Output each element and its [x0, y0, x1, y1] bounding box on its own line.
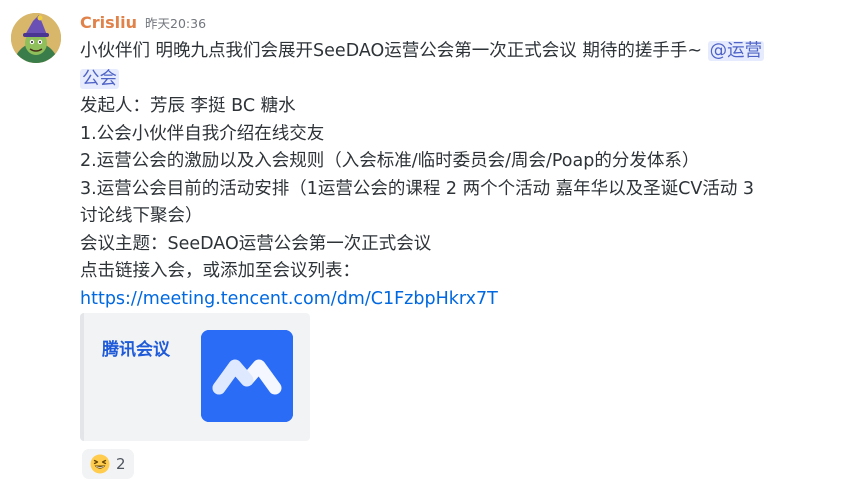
wizard-avatar-icon: [11, 13, 61, 63]
embed-thumbnail[interactable]: [201, 330, 293, 422]
message-content: 小伙伴们 明晚九点我们会展开SeeDAO运营公会第一次正式会议 期待的搓手手~ …: [80, 38, 850, 313]
role-mention-continued[interactable]: 公会: [80, 68, 119, 89]
message-header: Crisliu 昨天20:36: [80, 13, 206, 37]
role-mention[interactable]: @运营: [707, 41, 765, 61]
message-line: 1.公会小伙伴自我介绍在线交友: [80, 123, 325, 144]
message-line: 2.运营公会的激励以及入会规则（入会标准/临时委员会/周会/Poap的分发体系）: [80, 151, 700, 171]
message-line: 小伙伴们 明晚九点我们会展开SeeDAO运营公会第一次正式会议 期待的搓手手~ …: [80, 38, 850, 66]
timestamp: 昨天20:36: [145, 16, 207, 31]
reaction-count: 2: [116, 455, 126, 473]
grinning-squinting-face-icon: [90, 454, 110, 474]
meeting-link[interactable]: https://meeting.tencent.com/dm/C1FzbpHkr…: [80, 289, 498, 309]
message-line: 3.运营公会目前的活动安排（1运营公会的课程 2 两个个活动 嘉年华以及圣诞CV…: [80, 178, 755, 199]
message-line: 点击链接入会，或添加至会议列表：: [80, 261, 360, 281]
tencent-meeting-logo-icon: [201, 330, 293, 422]
message-line: 发起人：芳辰 李挺 BC 糖水: [80, 96, 296, 116]
avatar[interactable]: [11, 13, 61, 63]
username[interactable]: Crisliu: [80, 13, 137, 32]
chat-message: Crisliu 昨天20:36 小伙伴们 明晚九点我们会展开SeeDAO运营公会…: [0, 0, 864, 493]
reaction-button[interactable]: 2: [82, 449, 134, 479]
message-line: 会议主题：SeeDAO运营公会第一次正式会议: [80, 233, 432, 254]
link-embed: 腾讯会议: [80, 313, 310, 441]
message-text: 小伙伴们 明晚九点我们会展开SeeDAO运营公会第一次正式会议 期待的搓手手~: [80, 41, 708, 61]
message-line: 公会: [80, 66, 850, 94]
message-line: 讨论线下聚会）: [80, 206, 203, 226]
embed-title[interactable]: 腾讯会议: [102, 335, 170, 360]
message-line: https://meeting.tencent.com/dm/C1FzbpHkr…: [80, 286, 850, 314]
